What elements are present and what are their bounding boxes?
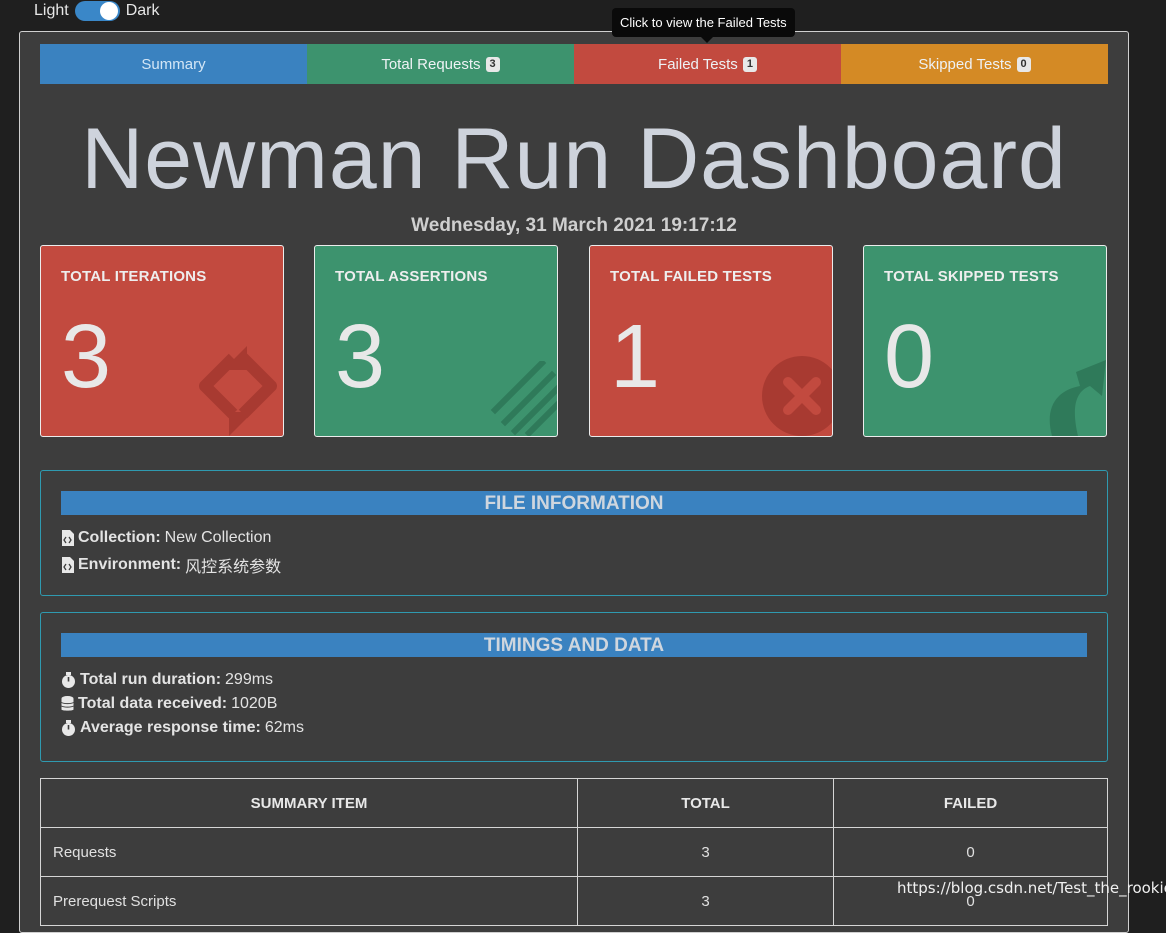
run-date: Wednesday, 31 March 2021 19:17:12: [411, 215, 737, 236]
stopwatch-icon: [62, 672, 75, 688]
card-total-skipped-tests: TOTAL SKIPPED TESTS 0: [863, 245, 1107, 437]
times-circle-icon: [762, 356, 832, 436]
count-badge: 0: [1016, 56, 1031, 72]
file-code-icon: [62, 557, 74, 573]
duration-value: 299ms: [225, 671, 274, 688]
card-value: 0: [884, 307, 935, 407]
tab-label: Failed Tests: [658, 55, 738, 73]
database-icon: [61, 696, 74, 711]
environment-value: 风控系统参数: [185, 559, 282, 576]
theme-toggle[interactable]: Light Dark: [34, 0, 159, 22]
tab-failed-tests[interactable]: Failed Tests 1: [574, 44, 841, 84]
tab-label: Total Requests: [381, 55, 481, 73]
tab-label: Skipped Tests: [918, 55, 1012, 73]
column-header: SUMMARY ITEM: [40, 778, 578, 828]
card-total-assertions: TOTAL ASSERTIONS 3: [314, 245, 558, 437]
collection-value: New Collection: [164, 529, 272, 546]
row-item: Requests: [40, 827, 578, 877]
row-total: 3: [577, 876, 834, 926]
data-received-label: Total data received:: [78, 695, 228, 712]
dark-label: Dark: [125, 2, 160, 19]
timings-heading: TIMINGS AND DATA: [61, 633, 1087, 657]
tab-total-requests[interactable]: Total Requests 3: [307, 44, 574, 84]
count-badge: 3: [485, 56, 500, 72]
page-title: Newman Run Dashboard: [81, 111, 1067, 207]
card-value: 3: [61, 307, 112, 407]
data-received-line: Total data received: 1020B: [61, 695, 277, 713]
file-code-icon: [62, 530, 74, 546]
watermark: https://blog.csdn.net/Test_the_rookie: [897, 879, 1166, 897]
dashboard-panel: Summary Total Requests 3 Failed Tests 1 Sk…: [19, 31, 1129, 933]
card-total-iterations: TOTAL ITERATIONS 3: [40, 245, 284, 437]
card-label: TOTAL ASSERTIONS: [335, 268, 488, 285]
card-label: TOTAL SKIPPED TESTS: [884, 268, 1059, 285]
failed-tests-tooltip: Click to view the Failed Tests: [612, 8, 795, 43]
theme-switch[interactable]: [74, 1, 120, 21]
tab-skipped-tests[interactable]: Skipped Tests 0: [841, 44, 1108, 84]
table-header-row: SUMMARY ITEM TOTAL FAILED: [40, 778, 1108, 828]
environment-label: Environment:: [78, 556, 182, 573]
card-value: 3: [335, 307, 386, 407]
collection-line: Collection: New Collection: [61, 529, 271, 547]
data-received-value: 1020B: [231, 695, 278, 712]
timings-and-data-box: TIMINGS AND DATA Total run duration: 299…: [40, 612, 1108, 762]
column-header: FAILED: [833, 778, 1108, 828]
switch-knob: [99, 2, 118, 20]
card-total-failed-tests: TOTAL FAILED TESTS 1: [589, 245, 833, 437]
duration-label: Total run duration:: [80, 671, 222, 688]
sync-arrows-icon: [199, 346, 277, 436]
light-label: Light: [34, 2, 69, 19]
nav-tabs: Summary Total Requests 3 Failed Tests 1 Sk…: [40, 44, 1108, 84]
row-failed: 0: [833, 827, 1108, 877]
file-information-box: FILE INFORMATION Collection: New Collect…: [40, 470, 1108, 596]
column-header: TOTAL: [577, 778, 834, 828]
row-total: 3: [577, 827, 834, 877]
file-information-heading: FILE INFORMATION: [61, 491, 1087, 515]
card-label: TOTAL ITERATIONS: [61, 268, 207, 285]
avg-response-value: 62ms: [264, 719, 304, 736]
collection-label: Collection:: [78, 529, 161, 546]
card-label: TOTAL FAILED TESTS: [610, 268, 772, 285]
summary-table: SUMMARY ITEM TOTAL FAILED Requests 3 0 P…: [40, 778, 1108, 926]
environment-line: Environment: 风控系统参数: [61, 553, 281, 577]
count-badge: 1: [742, 56, 757, 72]
tab-summary[interactable]: Summary: [40, 44, 307, 84]
tab-label: Summary: [141, 55, 206, 73]
share-arrow-icon: [1049, 360, 1106, 436]
stopwatch-icon: [62, 720, 75, 736]
card-value: 1: [610, 307, 661, 407]
checklist-tasks-icon: [490, 361, 557, 436]
stat-cards: TOTAL ITERATIONS 3 TOTAL ASSERTIONS 3 TO…: [40, 245, 1108, 437]
duration-line: Total run duration: 299ms: [61, 671, 273, 689]
table-row: Requests 3 0: [40, 827, 1108, 877]
avg-response-label: Average response time:: [80, 719, 261, 736]
row-item: Prerequest Scripts: [40, 876, 578, 926]
avg-response-line: Average response time: 62ms: [61, 719, 304, 737]
